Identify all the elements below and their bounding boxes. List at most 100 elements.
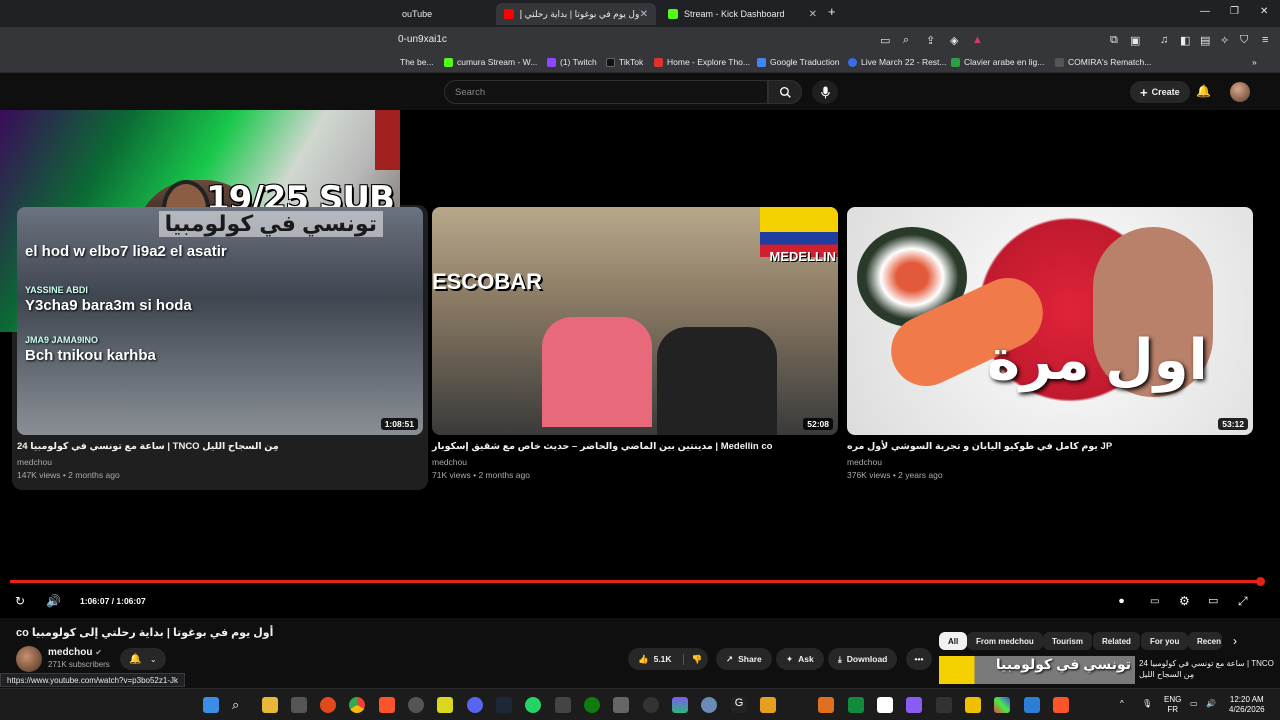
video-title[interactable]: 24 ساعة مع تونسي في كولومبيا | TNCO مِن … [17,441,423,452]
subscription-bell-button[interactable]: 🔔 ⌄ [120,648,166,670]
voice-search-button[interactable] [812,80,838,104]
tab-kick-dashboard[interactable]: Stream - Kick Dashboard ✕ [660,3,825,25]
brave-icon[interactable] [1053,697,1069,713]
obs-icon[interactable] [408,697,424,713]
xbox-icon[interactable] [584,697,600,713]
app-icon[interactable] [936,697,952,713]
scrubber-handle[interactable] [1256,577,1265,586]
more-bookmarks-icon[interactable]: » [1252,57,1257,67]
bookmark-item[interactable]: (1) Twitch [547,57,597,67]
brave-icon[interactable] [379,697,395,713]
bookmark-item[interactable]: cumura Stream - W... [444,57,537,67]
chip-all[interactable]: All [939,632,968,650]
app-icon[interactable] [848,697,864,713]
progress-bar[interactable] [10,580,1262,583]
replay-icon[interactable]: ↻ [15,594,25,608]
bookmark-item[interactable]: COMIRA's Rematch... [1055,57,1151,67]
tray-chevron-icon[interactable]: ^ [1120,699,1124,709]
recommended-thumbnail[interactable]: تونسي في كولومبيا [939,656,1135,684]
channel-name[interactable]: medchou [432,457,838,467]
menu-icon[interactable]: ≡ [1262,34,1268,46]
bookmark-item[interactable]: Home - Explore Tho... [654,57,750,67]
account-avatar[interactable] [1230,82,1250,102]
app-icon[interactable] [672,697,688,713]
theater-mode-icon[interactable]: ▭ [1208,594,1218,607]
video-thumbnail[interactable]: اول مرة 53:12 [847,207,1253,435]
search-button[interactable] [768,80,802,104]
restore-icon[interactable]: ❐ [1230,6,1239,17]
bookmark-item[interactable]: TikTok [606,57,643,67]
network-icon[interactable]: ▭ [1190,699,1198,709]
screen-cast-icon[interactable]: ▭ [880,34,890,47]
tab-youtube[interactable]: ouTube [394,3,494,25]
channel-name[interactable]: medchou [17,457,423,467]
app-icon[interactable] [555,697,571,713]
chip-recent[interactable]: Recen [1188,632,1222,650]
app-icon[interactable] [701,697,717,713]
app-icon[interactable] [906,697,922,713]
close-window-icon[interactable]: ✕ [1260,6,1268,17]
tab-current-video[interactable]: أول يوم في بوغوتا | بداية رحلتي إ... ✕ [496,3,656,25]
app-icon[interactable]: G [731,697,747,713]
video-title[interactable]: مدينتين بين الماضي والحاضر – حديث خاص مع… [432,441,838,452]
sidebar-icon[interactable]: ◧ [1180,34,1190,47]
app-icon[interactable] [613,697,629,713]
like-button[interactable]: 👍 5.1K 👎 [628,648,708,670]
download-button[interactable]: ⤓ Download [828,648,898,670]
bookmark-item[interactable]: Google Traduction [757,57,839,67]
video-title[interactable]: يوم كامل في طوكيو اليابان و تجربة السوشي… [847,441,1253,452]
minimize-icon[interactable]: — [1200,6,1210,17]
steam-icon[interactable] [496,697,512,713]
recommended-title[interactable]: 24 ساعة مع تونسي في كولومبيا | TNCO مِن … [1139,658,1279,680]
channel-name[interactable]: medchou [847,457,1253,467]
chip-tourism[interactable]: Tourism [1043,632,1092,650]
leo-ai-icon[interactable]: ✧ [1220,34,1229,47]
language-indicator[interactable]: ENG FR [1164,695,1181,715]
end-screen-video-card[interactable]: تونسي في كولومبيا el hod w elbo7 li9a2 e… [17,207,423,480]
vpn-icon[interactable]: ⛉ [1240,34,1248,47]
microphone-icon[interactable]: 🎙 [1142,699,1152,709]
extensions-icon[interactable]: ⧉ [1110,34,1118,47]
media-icon[interactable]: ♫ [1160,34,1168,46]
search-input[interactable]: Search [444,80,768,104]
url-field[interactable]: 0-un9xai1c [398,34,447,45]
browser-icon[interactable] [320,697,336,713]
app-icon[interactable] [818,697,834,713]
fullscreen-icon[interactable]: ⤢ [1238,594,1248,609]
chip-for-you[interactable]: For you [1141,632,1189,650]
windows-start-icon[interactable] [203,697,219,713]
file-explorer-icon[interactable] [262,697,278,713]
app-icon[interactable] [760,697,776,713]
captions-icon[interactable]: ▭ [1150,596,1159,607]
clock[interactable]: 12:20 AM 4/26/2026 [1229,695,1265,715]
app-icon[interactable] [643,697,659,713]
settings-gear-icon[interactable]: ⚙ [1179,594,1190,608]
new-tab-button[interactable]: + [828,4,836,19]
chip-related[interactable]: Related [1093,632,1140,650]
volume-icon[interactable]: 🔊 [46,594,61,608]
chevron-right-icon[interactable]: › [1233,634,1237,648]
zoom-icon[interactable]: ⌕ [903,34,909,47]
thumbs-down-icon[interactable]: 👎 [682,653,702,665]
video-thumbnail[interactable]: تونسي في كولومبيا el hod w elbo7 li9a2 e… [17,207,423,435]
wallet-icon[interactable]: ▤ [1200,34,1210,47]
close-tab-icon[interactable]: ✕ [640,9,648,20]
capcut-icon[interactable] [877,697,893,713]
app-icon[interactable] [994,697,1010,713]
end-screen-video-card[interactable]: اول مرة 53:12 يوم كامل في طوكيو اليابان … [847,207,1253,480]
create-button[interactable]: + Create [1130,81,1190,103]
chip-from-channel[interactable]: From medchou [967,632,1043,650]
end-screen-video-card[interactable]: ESCOBAR MEDELLIN 52:08 مدينتين بين الماض… [432,207,838,480]
video-thumbnail[interactable]: ESCOBAR MEDELLIN 52:08 [432,207,838,435]
app-icon[interactable] [1024,697,1040,713]
brave-rewards-icon[interactable]: ▲ [972,34,983,46]
autoplay-toggle[interactable]: ⏺ [1119,596,1124,607]
volume-icon[interactable]: 🔊 [1206,699,1216,709]
whatsapp-icon[interactable] [525,697,541,713]
discord-icon[interactable] [467,697,483,713]
app-icon[interactable] [291,697,307,713]
ask-button[interactable]: ✦ Ask [776,648,824,670]
search-icon[interactable]: ⌕ [232,697,248,713]
chrome-icon[interactable] [349,697,365,713]
bookmark-item[interactable]: Clavier arabe en lig... [951,57,1044,67]
